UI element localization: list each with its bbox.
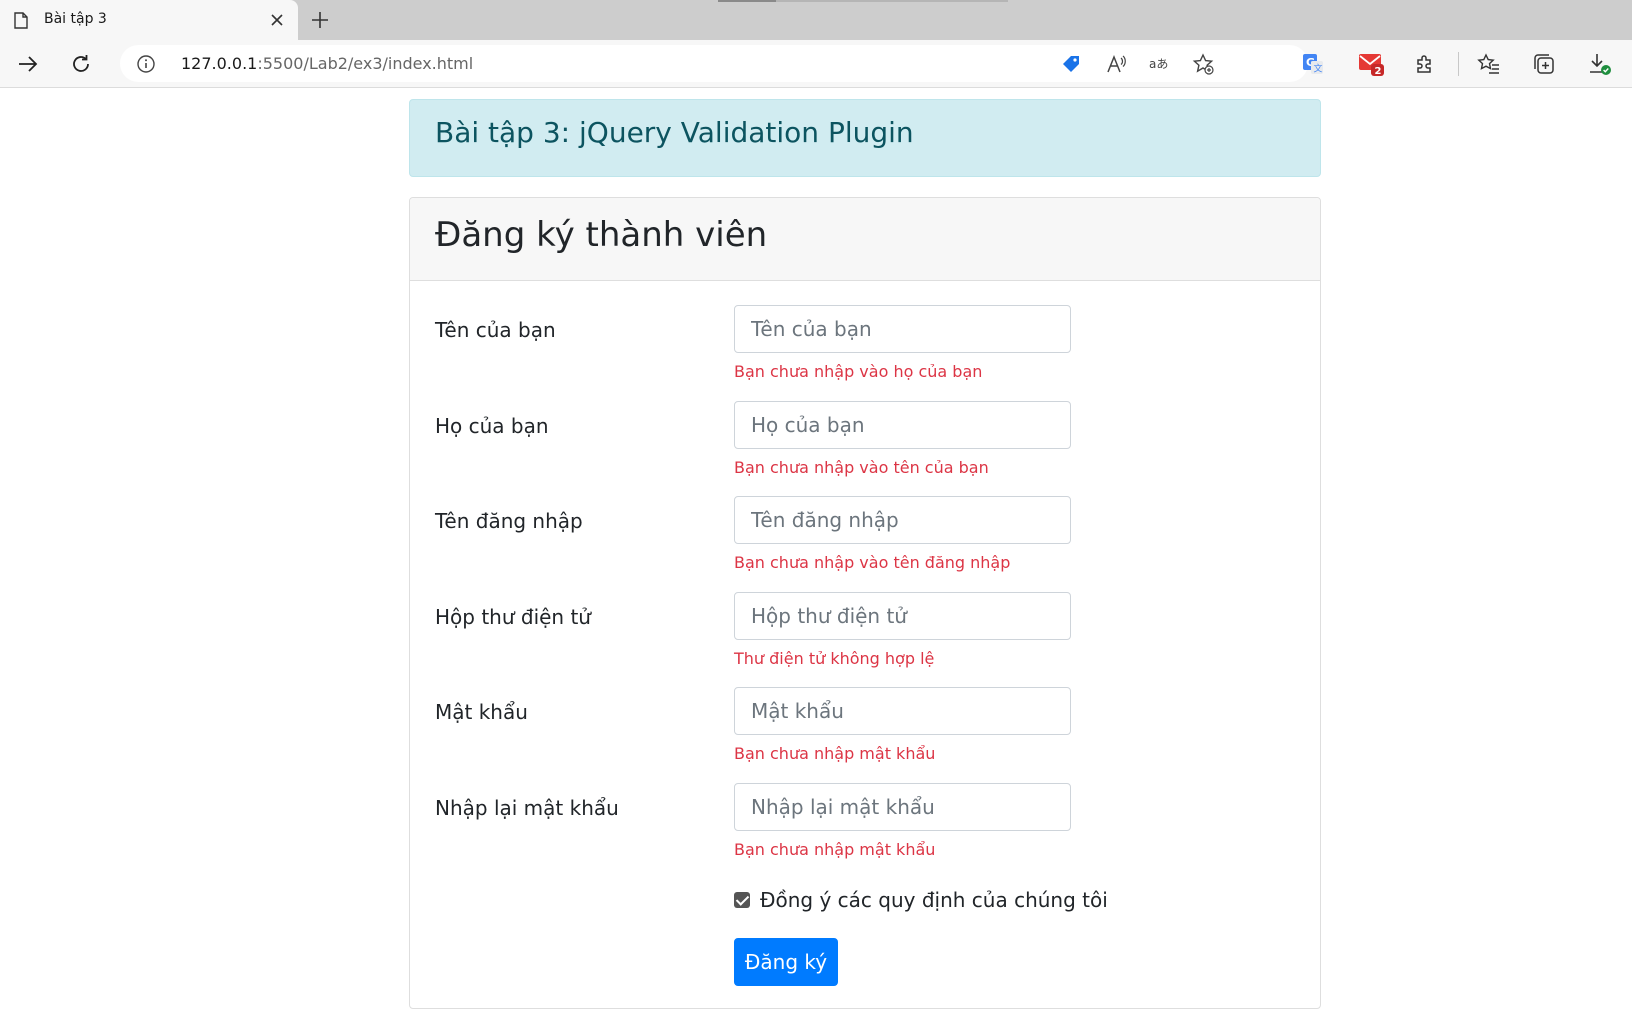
first-name-error: Bạn chưa nhập vào họ của bạn [734, 362, 983, 381]
first-name-input[interactable] [734, 305, 1071, 353]
url-host: 127.0.0.1 [181, 54, 258, 73]
mail-extension-button[interactable]: 2 [1358, 50, 1386, 78]
add-favorite-icon[interactable] [1192, 53, 1214, 75]
svg-text:aあ: aあ [1149, 57, 1168, 71]
collections-button[interactable] [1530, 50, 1558, 78]
collections-icon [1534, 54, 1554, 74]
close-icon[interactable] [268, 11, 286, 29]
registration-card: Đăng ký thành viên Tên của bạn Bạn chưa … [409, 197, 1321, 1009]
register-button[interactable]: Đăng ký [734, 938, 838, 986]
browser-tab-active[interactable]: Bài tập 3 [0, 0, 298, 40]
forward-button[interactable] [14, 50, 42, 78]
agree-terms[interactable]: Đồng ý các quy định của chúng tôi [734, 887, 1108, 913]
browser-toolbar: 127.0.0.1:5500/Lab2/ex3/index.html aあ G … [0, 40, 1632, 88]
agree-checkbox[interactable] [734, 892, 750, 908]
email-label: Hộp thư điện tử [435, 605, 591, 629]
form-row-first-name: Tên của bạn Bạn chưa nhập vào họ của bạn [410, 305, 1320, 395]
last-name-label: Họ của bạn [435, 414, 549, 438]
browser-tabstrip: Bài tập 3 [0, 0, 1632, 40]
last-name-error: Bạn chưa nhập vào tên của bạn [734, 458, 989, 477]
page-heading-alert: Bài tập 3: jQuery Validation Plugin [409, 99, 1321, 177]
mail-icon: 2 [1359, 54, 1384, 77]
url-path: :5500/Lab2/ex3/index.html [257, 54, 474, 73]
form-row-last-name: Họ của bạn Bạn chưa nhập vào tên của bạn [410, 401, 1320, 491]
page-icon [14, 12, 28, 29]
read-aloud-icon[interactable] [1105, 53, 1127, 75]
username-label: Tên đăng nhập [435, 509, 583, 533]
favorites-button[interactable] [1475, 50, 1503, 78]
mail-badge: 2 [1375, 66, 1382, 77]
email-input[interactable] [734, 592, 1071, 640]
favorites-icon [1477, 53, 1499, 74]
tab-hint-bar [718, 0, 776, 2]
last-name-input[interactable] [734, 401, 1071, 449]
password-input[interactable] [734, 687, 1071, 735]
confirm-password-input[interactable] [734, 783, 1071, 831]
card-title: Đăng ký thành viên [435, 215, 768, 255]
username-error: Bạn chưa nhập vào tên đăng nhập [734, 553, 1011, 572]
svg-text:文: 文 [1314, 63, 1323, 75]
password-error: Bạn chưa nhập mật khẩu [734, 744, 936, 763]
refresh-icon [73, 55, 89, 72]
url-text[interactable]: 127.0.0.1:5500/Lab2/ex3/index.html [181, 54, 473, 73]
arrow-right-icon [19, 56, 38, 72]
address-bar[interactable]: 127.0.0.1:5500/Lab2/ex3/index.html aあ [120, 45, 1308, 82]
username-input[interactable] [734, 496, 1071, 544]
agree-label: Đồng ý các quy định của chúng tôi [760, 888, 1108, 912]
extensions-button[interactable] [1411, 50, 1439, 78]
toolbar-divider [1458, 52, 1459, 76]
confirm-password-label: Nhập lại mật khẩu [435, 796, 619, 820]
tab-title: Bài tập 3 [44, 11, 107, 27]
email-error: Thư điện tử không hợp lệ [734, 649, 935, 668]
form-row-confirm-password: Nhập lại mật khẩu Bạn chưa nhập mật khẩu [410, 783, 1320, 873]
form-row-password: Mật khẩu Bạn chưa nhập mật khẩu [410, 687, 1320, 777]
shopping-tag-icon[interactable] [1060, 53, 1082, 75]
password-label: Mật khẩu [435, 700, 528, 724]
page-title: Bài tập 3: jQuery Validation Plugin [435, 116, 914, 149]
new-tab-icon[interactable] [309, 9, 331, 31]
downloads-button[interactable] [1586, 50, 1614, 78]
tab-hint-bar [776, 0, 1008, 2]
confirm-password-error: Bạn chưa nhập mật khẩu [734, 840, 936, 859]
google-translate-icon: G 文 [1303, 54, 1323, 75]
card-header: Đăng ký thành viên [410, 198, 1320, 281]
info-icon[interactable] [136, 54, 156, 74]
translator-extension-button[interactable]: G 文 [1299, 50, 1327, 78]
first-name-label: Tên của bạn [435, 318, 556, 342]
translate-icon[interactable]: aあ [1148, 53, 1170, 75]
reload-button[interactable] [67, 50, 95, 78]
download-icon [1590, 54, 1611, 75]
form-row-email: Hộp thư điện tử Thư điện tử không hợp lệ [410, 592, 1320, 682]
puzzle-icon [1417, 55, 1431, 73]
form-row-username: Tên đăng nhập Bạn chưa nhập vào tên đăng… [410, 496, 1320, 586]
